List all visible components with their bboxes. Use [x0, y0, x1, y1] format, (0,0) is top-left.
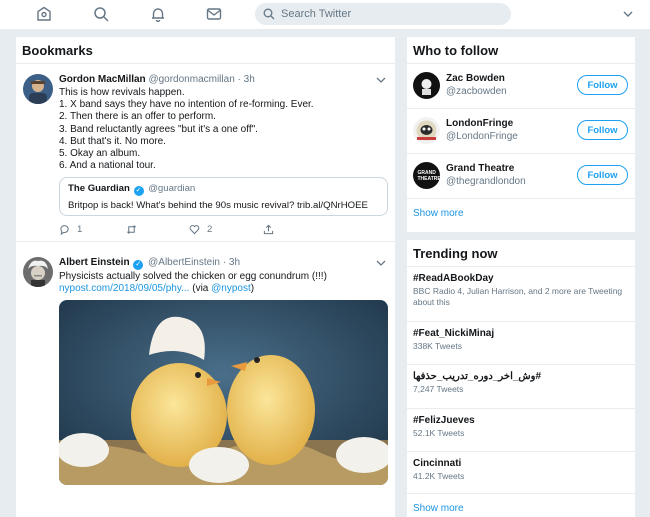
quoted-text: Britpop is back! What's behind the 90s m…: [68, 200, 368, 211]
share-button[interactable]: [263, 224, 281, 235]
search-icon: [263, 8, 275, 20]
account-handle: @thegrandlondon: [446, 176, 526, 187]
avatar[interactable]: [23, 74, 53, 104]
panel-title: Who to follow: [407, 37, 635, 64]
trend-context: BBC Radio 4, Julian Harrison, and 2 more…: [413, 286, 623, 307]
home-icon[interactable]: [34, 4, 54, 24]
tweet-line: 6. And a national tour.: [59, 160, 156, 172]
chevron-down-icon[interactable]: [375, 257, 387, 269]
search-bar[interactable]: [255, 3, 511, 25]
avatar[interactable]: [413, 72, 440, 99]
share-icon: [263, 224, 274, 235]
follow-suggestion[interactable]: Zac Bowden @zacbowden Follow: [407, 64, 635, 109]
tweet-line: nypost.com/2018/09/05/phy... (via @nypos…: [59, 283, 327, 295]
trend-context: 7,247 Tweets: [413, 384, 464, 394]
quoted-author-name: The Guardian: [68, 183, 130, 194]
trend-name: #FelizJueves: [413, 415, 475, 426]
tweet[interactable]: Gordon MacMillan @gordonmacmillan · 3h T…: [16, 65, 395, 242]
trend-context: 52.1K Tweets: [413, 428, 465, 438]
tweet-actions: 1 2: [59, 224, 281, 235]
tweet[interactable]: Albert Einstein ✓ @AlbertEinstein · 3h P…: [16, 247, 395, 517]
who-to-follow-panel: Who to follow Zac Bowden @zacbowden Foll…: [407, 37, 635, 232]
account-name[interactable]: LondonFringe: [446, 118, 513, 129]
trend-context: 41.2K Tweets: [413, 471, 465, 481]
page-title: Bookmarks: [16, 37, 395, 64]
trend-name: #وش_اخر_دوره_تدريب_حذفها: [413, 371, 542, 382]
account-handle: @zacbowden: [446, 86, 507, 97]
trend-name: #Feat_NickiMinaj: [413, 328, 495, 339]
article-link[interactable]: nypost.com/2018/09/05/phy...: [59, 283, 189, 294]
trend-context: 338K Tweets: [413, 341, 462, 351]
closing-paren: ): [250, 283, 255, 295]
author-handle: @AlbertEinstein · 3h: [148, 257, 241, 268]
tweet-header: Albert Einstein ✓ @AlbertEinstein · 3h: [59, 257, 240, 270]
trend-item[interactable]: #ReadABookDay BBC Radio 4, Julian Harris…: [407, 267, 635, 322]
like-count: 2: [207, 224, 213, 235]
reply-button[interactable]: 1: [59, 224, 126, 235]
follow-suggestion[interactable]: GRAND THEATRE Grand Theatre @thegrandlon…: [407, 154, 635, 199]
tweet-line: Physicists actually solved the chicken o…: [59, 271, 327, 282]
tweet-line: 5. Okay an album.: [59, 148, 141, 160]
trend-item[interactable]: Cincinnati 41.2K Tweets: [407, 452, 635, 494]
via-mention-link[interactable]: @nypost: [211, 283, 251, 294]
quoted-tweet[interactable]: The Guardian ✓ @guardian Britpop is back…: [59, 177, 388, 216]
tweet-line: 2. Then there is an offer to perform.: [59, 111, 216, 123]
avatar[interactable]: [23, 257, 53, 287]
trend-item[interactable]: #Feat_NickiMinaj 338K Tweets: [407, 322, 635, 365]
bookmarks-column: Bookmarks Gordon MacMillan @gordonmacmil…: [16, 37, 395, 517]
reply-count: 1: [77, 224, 83, 235]
show-more-link[interactable]: Show more: [407, 494, 635, 517]
tweet-text: Physicists actually solved the chicken o…: [59, 271, 327, 295]
heart-icon: [189, 225, 200, 235]
tweet-image[interactable]: [59, 300, 388, 485]
verified-badge-icon: ✓: [133, 186, 144, 196]
retweet-button[interactable]: [126, 224, 189, 235]
trend-name: Cincinnati: [413, 458, 462, 469]
avatar-logo-text: GRAND THEATRE: [417, 169, 441, 182]
verified-badge-icon: ✓: [133, 260, 144, 270]
tweet-text: This is how revivals happen. 1. X band s…: [59, 87, 314, 172]
notifications-bell-icon[interactable]: [148, 4, 168, 24]
follow-button[interactable]: Follow: [577, 75, 628, 95]
via-text: (via: [189, 283, 212, 295]
top-nav-bar: [0, 0, 650, 30]
reply-icon: [60, 225, 69, 235]
show-more-link[interactable]: Show more: [407, 199, 635, 228]
tweet-header: Gordon MacMillan @gordonmacmillan · 3h: [59, 74, 255, 85]
trend-name: #ReadABookDay: [413, 273, 494, 284]
avatar[interactable]: [413, 117, 440, 144]
tweet-line: 4. But that's it. No more.: [59, 135, 166, 147]
like-button[interactable]: 2: [189, 224, 263, 235]
author-name[interactable]: Albert Einstein: [59, 257, 130, 268]
retweet-icon: [127, 225, 136, 234]
quoted-author-handle: @guardian: [148, 183, 196, 194]
trending-panel: Trending now #ReadABookDay BBC Radio 4, …: [407, 240, 635, 517]
search-input[interactable]: [281, 8, 481, 20]
messages-envelope-icon[interactable]: [204, 4, 224, 24]
trend-item[interactable]: #FelizJueves 52.1K Tweets: [407, 409, 635, 452]
tweet-line: 3. Band reluctantly agrees "but it's a o…: [59, 123, 258, 135]
account-name[interactable]: Zac Bowden: [446, 73, 505, 84]
follow-button[interactable]: Follow: [577, 165, 628, 185]
panel-title: Trending now: [407, 240, 635, 267]
author-name[interactable]: Gordon MacMillan: [59, 74, 146, 85]
trend-item[interactable]: #وش_اخر_دوره_تدريب_حذفها 7,247 Tweets: [407, 365, 635, 409]
chevron-down-icon[interactable]: [621, 7, 635, 21]
account-handle: @LondonFringe: [446, 131, 518, 142]
author-handle: @gordonmacmillan · 3h: [148, 74, 255, 85]
follow-suggestion[interactable]: LondonFringe @LondonFringe Follow: [407, 109, 635, 154]
explore-search-icon[interactable]: [91, 4, 111, 24]
tweet-line: This is how revivals happen.: [59, 87, 185, 98]
follow-button[interactable]: Follow: [577, 120, 628, 140]
tweet-line: 1. X band says they have no intention of…: [59, 99, 314, 111]
account-name[interactable]: Grand Theatre: [446, 163, 514, 174]
chevron-down-icon[interactable]: [375, 74, 387, 86]
avatar[interactable]: GRAND THEATRE: [413, 162, 440, 189]
